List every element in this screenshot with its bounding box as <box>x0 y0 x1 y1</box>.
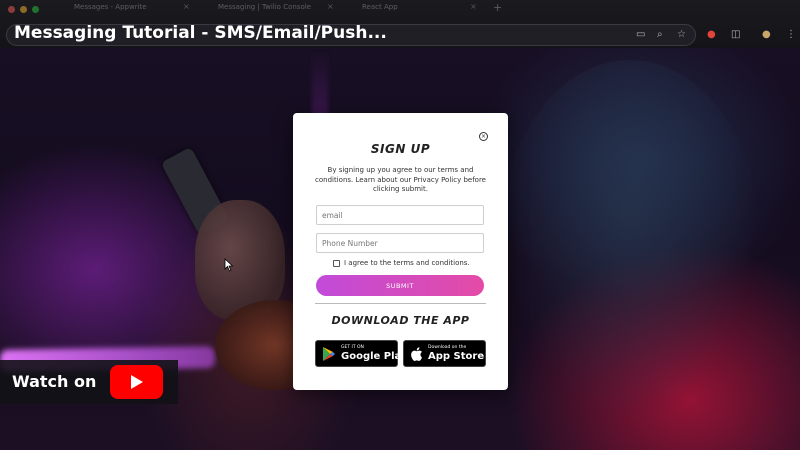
close-icon[interactable]: × <box>479 132 488 141</box>
tab-appwrite[interactable]: Messages - Appwrite <box>74 3 147 11</box>
window-maximize-dot <box>32 6 39 13</box>
apple-icon <box>411 347 422 361</box>
cast-icon[interactable]: ▭ <box>636 29 645 40</box>
google-play-badge[interactable]: GET IT ON Google Play <box>315 340 408 367</box>
phone-number-field[interactable] <box>316 233 484 253</box>
profile-avatar-icon[interactable]: ● <box>762 29 771 40</box>
google-play-big-text: Google Play <box>341 351 408 362</box>
watch-on-youtube[interactable]: Watch on <box>0 360 178 404</box>
window-close-dot <box>8 6 15 13</box>
submit-button[interactable]: SUBMIT <box>316 275 484 296</box>
close-icon[interactable]: × <box>470 2 477 11</box>
more-menu-icon[interactable]: ⋮ <box>786 29 796 40</box>
window-minimize-dot <box>20 6 27 13</box>
google-play-icon <box>323 347 335 361</box>
app-store-small-text: Download on the <box>428 345 467 350</box>
terms-disclaimer: By signing up you agree to our terms and… <box>315 166 486 193</box>
video-top-bar: Messages - Appwrite × Messaging | Twilio… <box>0 0 800 48</box>
bookmark-star-icon[interactable]: ☆ <box>677 29 686 40</box>
app-store-big-text: App Store <box>428 351 485 362</box>
extension-icon[interactable]: ● <box>707 29 716 40</box>
youtube-logo-button[interactable] <box>110 365 163 399</box>
tab-twilio[interactable]: Messaging | Twilio Console <box>218 3 311 11</box>
terms-checkbox[interactable] <box>333 260 340 267</box>
close-icon[interactable]: × <box>327 2 334 11</box>
download-app-title: DOWNLOAD THE APP <box>331 314 470 327</box>
video-title[interactable]: Messaging Tutorial - SMS/Email/Push... <box>14 23 387 43</box>
tab-react-app[interactable]: React App <box>362 3 398 11</box>
new-tab-icon[interactable]: + <box>493 1 502 14</box>
zoom-icon[interactable]: ⌕ <box>657 29 663 40</box>
divider <box>315 303 486 304</box>
browser-tab-strip: Messages - Appwrite × Messaging | Twilio… <box>0 0 800 18</box>
background-figure <box>500 60 760 420</box>
signup-title: SIGN UP <box>370 142 431 156</box>
mouse-cursor-icon <box>224 258 234 272</box>
close-icon[interactable]: × <box>183 2 190 11</box>
app-store-badge[interactable]: Download on the App Store <box>403 340 486 367</box>
google-play-small-text: GET IT ON <box>341 345 364 350</box>
play-icon <box>131 375 143 389</box>
email-field[interactable] <box>316 205 484 225</box>
terms-agree-label[interactable]: I agree to the terms and conditions. <box>344 259 470 267</box>
signup-modal: × SIGN UP By signing up you agree to our… <box>293 113 508 390</box>
watch-on-label[interactable]: Watch on <box>12 372 96 391</box>
extensions-puzzle-icon[interactable]: ◫ <box>731 29 740 40</box>
